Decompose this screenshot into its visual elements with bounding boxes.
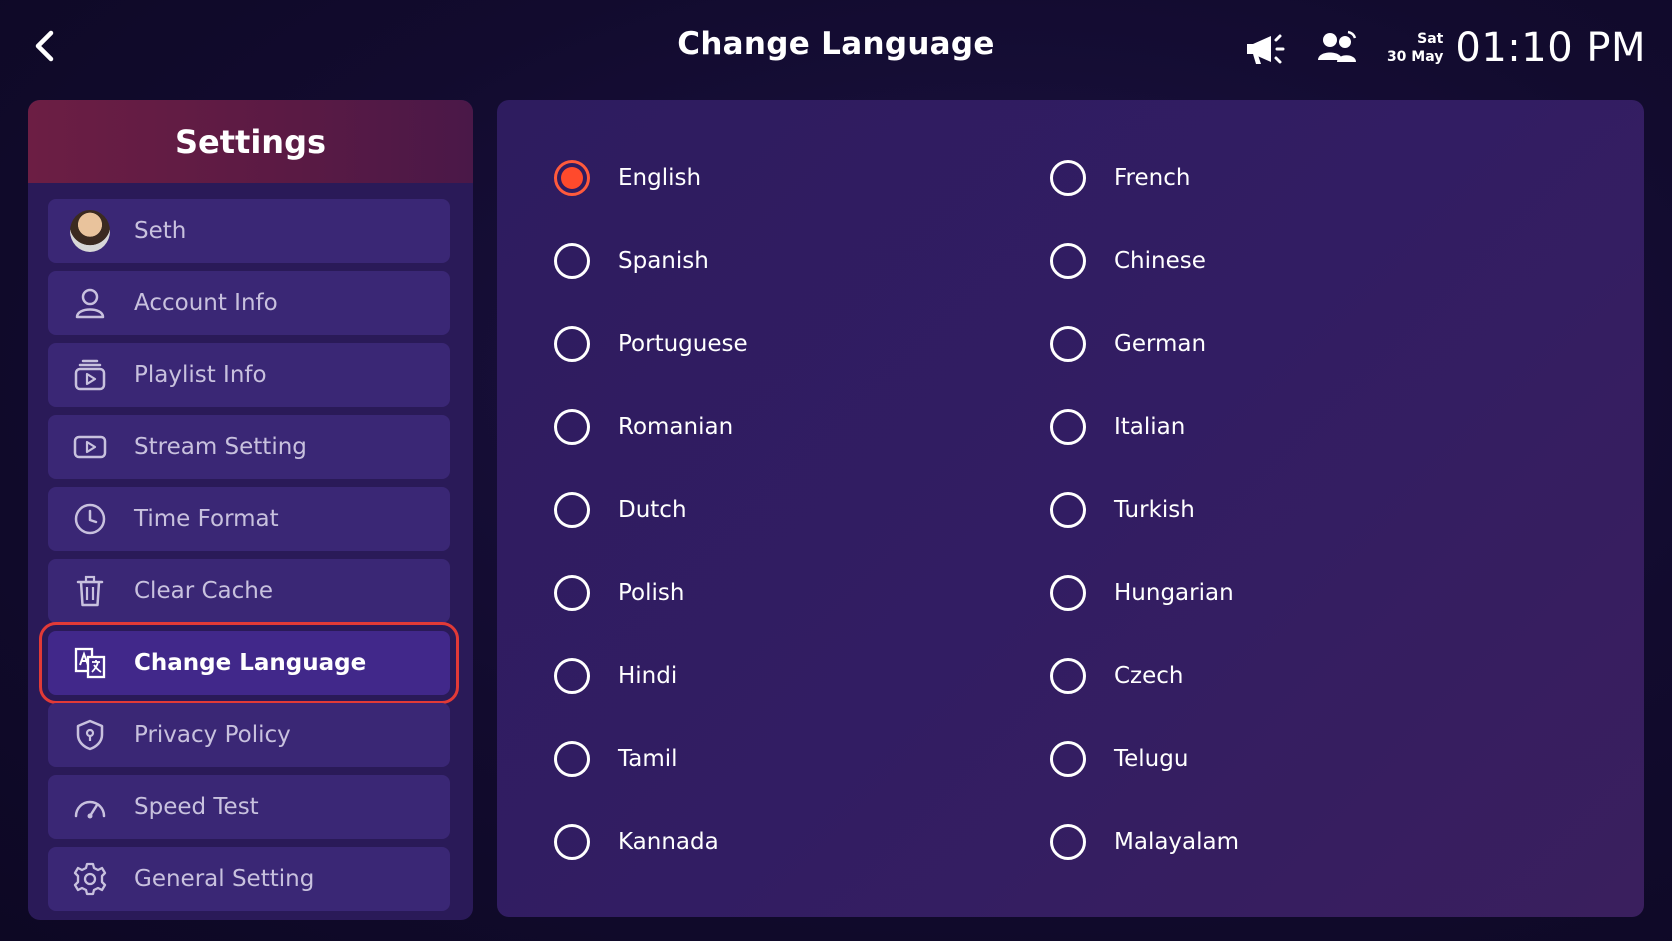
radio-button[interactable] — [1050, 741, 1086, 777]
language-options: English French Spanish Chinese Portuguese Ger… — [554, 156, 1450, 903]
radio-button[interactable] — [554, 658, 590, 694]
language-option-telugu[interactable]: Telugu — [1050, 737, 1450, 781]
time-label: 01:10 PM — [1455, 25, 1646, 71]
language-label: Spanish — [618, 248, 709, 274]
language-option-hindi[interactable]: Hindi — [554, 654, 1050, 698]
datetime: Sat 30 May 01:10 PM — [1387, 25, 1646, 71]
radio-button[interactable] — [554, 243, 590, 279]
settings-menu: Seth Account Info Playlist Info Stream S… — [28, 183, 473, 911]
language-label: German — [1114, 331, 1207, 357]
announcement-button[interactable] — [1243, 26, 1287, 70]
sidebar-item-label: Seth — [134, 218, 187, 244]
radio-button[interactable] — [1050, 824, 1086, 860]
language-label: Chinese — [1114, 248, 1206, 274]
sidebar-item-general-setting[interactable]: General Setting — [48, 847, 450, 911]
header-right: Sat 30 May 01:10 PM — [1243, 22, 1646, 74]
translate-icon — [70, 643, 110, 683]
language-option-malayalam[interactable]: Malayalam — [1050, 820, 1450, 864]
sidebar-item-label: Change Language — [134, 650, 367, 676]
language-option-polish[interactable]: Polish — [554, 571, 1050, 615]
radio-button[interactable] — [1050, 243, 1086, 279]
play-box-icon — [70, 427, 110, 467]
radio-button[interactable] — [554, 492, 590, 528]
radio-button[interactable] — [1050, 326, 1086, 362]
sidebar-item-label: Time Format — [134, 506, 279, 532]
sidebar-title: Settings — [28, 100, 473, 183]
language-label: French — [1114, 165, 1191, 191]
sidebar-item-label: Account Info — [134, 290, 278, 316]
sidebar-item-speed-test[interactable]: Speed Test — [48, 775, 450, 839]
day-label: Sat — [1417, 31, 1444, 47]
language-option-portuguese[interactable]: Portuguese — [554, 322, 1050, 366]
language-label: English — [618, 165, 702, 191]
language-label: Turkish — [1114, 497, 1195, 523]
sidebar-item-label: Privacy Policy — [134, 722, 291, 748]
radio-button[interactable] — [554, 741, 590, 777]
radio-button[interactable] — [1050, 575, 1086, 611]
radio-button[interactable] — [554, 409, 590, 445]
radio-button[interactable] — [1050, 658, 1086, 694]
radio-button[interactable] — [1050, 409, 1086, 445]
speedometer-icon — [70, 787, 110, 827]
date-label: 30 May — [1386, 49, 1444, 65]
megaphone-icon — [1246, 34, 1285, 64]
language-option-french[interactable]: French — [1050, 156, 1450, 200]
sidebar-item-change-language[interactable]: Change Language — [39, 622, 459, 704]
settings-sidebar: Settings Seth Account Info Playlist Info — [28, 100, 473, 920]
sidebar-item-label: General Setting — [134, 866, 315, 892]
language-option-hungarian[interactable]: Hungarian — [1050, 571, 1450, 615]
language-label: Hindi — [618, 663, 678, 689]
language-label: Dutch — [618, 497, 687, 523]
language-option-tamil[interactable]: Tamil — [554, 737, 1050, 781]
language-label: Hungarian — [1114, 580, 1234, 606]
gear-icon — [70, 859, 110, 899]
avatar — [70, 210, 110, 252]
language-option-chinese[interactable]: Chinese — [1050, 239, 1450, 283]
language-option-spanish[interactable]: Spanish — [554, 239, 1050, 283]
sidebar-item-label: Speed Test — [134, 794, 259, 820]
sidebar-item-account-info[interactable]: Account Info — [48, 271, 450, 335]
language-label: Portuguese — [618, 331, 748, 357]
sidebar-item-label: Stream Setting — [134, 434, 307, 460]
language-label: Kannada — [618, 829, 719, 855]
language-label: Romanian — [618, 414, 734, 440]
radio-button[interactable] — [554, 326, 590, 362]
sidebar-item-clear-cache[interactable]: Clear Cache — [48, 559, 450, 623]
clock-icon — [70, 499, 110, 539]
shield-icon — [70, 715, 110, 755]
language-option-kannada[interactable]: Kannada — [554, 820, 1050, 864]
language-panel: English French Spanish Chinese Portuguese Ger… — [497, 100, 1644, 917]
language-option-romanian[interactable]: Romanian — [554, 405, 1050, 449]
language-label: Czech — [1114, 663, 1184, 689]
sidebar-item-profile[interactable]: Seth — [48, 199, 450, 263]
language-option-dutch[interactable]: Dutch — [554, 488, 1050, 532]
trash-icon — [70, 571, 110, 611]
radio-button[interactable] — [554, 575, 590, 611]
language-option-english[interactable]: English — [554, 156, 1050, 200]
sidebar-item-stream-setting[interactable]: Stream Setting — [48, 415, 450, 479]
radio-button[interactable] — [1050, 160, 1086, 196]
sidebar-item-label: Clear Cache — [134, 578, 273, 604]
sidebar-item-label: Playlist Info — [134, 362, 267, 388]
language-option-german[interactable]: German — [1050, 322, 1450, 366]
language-option-czech[interactable]: Czech — [1050, 654, 1450, 698]
language-label: Italian — [1114, 414, 1186, 440]
sidebar-item-privacy-policy[interactable]: Privacy Policy — [48, 703, 450, 767]
language-label: Malayalam — [1114, 829, 1240, 855]
language-label: Polish — [618, 580, 685, 606]
switch-user-button[interactable] — [1315, 26, 1359, 70]
language-label: Tamil — [618, 746, 678, 772]
language-option-turkish[interactable]: Turkish — [1050, 488, 1450, 532]
radio-button[interactable] — [1050, 492, 1086, 528]
language-option-italian[interactable]: Italian — [1050, 405, 1450, 449]
users-switch-icon — [1317, 30, 1357, 62]
radio-button[interactable] — [554, 824, 590, 860]
language-label: Telugu — [1114, 746, 1189, 772]
sidebar-item-time-format[interactable]: Time Format — [48, 487, 450, 551]
sidebar-item-playlist-info[interactable]: Playlist Info — [48, 343, 450, 407]
screen: Change Language Sat 30 May 01:10 PM Sett… — [0, 0, 1672, 941]
playlist-icon — [70, 355, 110, 395]
user-icon — [70, 283, 110, 323]
radio-button[interactable] — [554, 160, 590, 196]
